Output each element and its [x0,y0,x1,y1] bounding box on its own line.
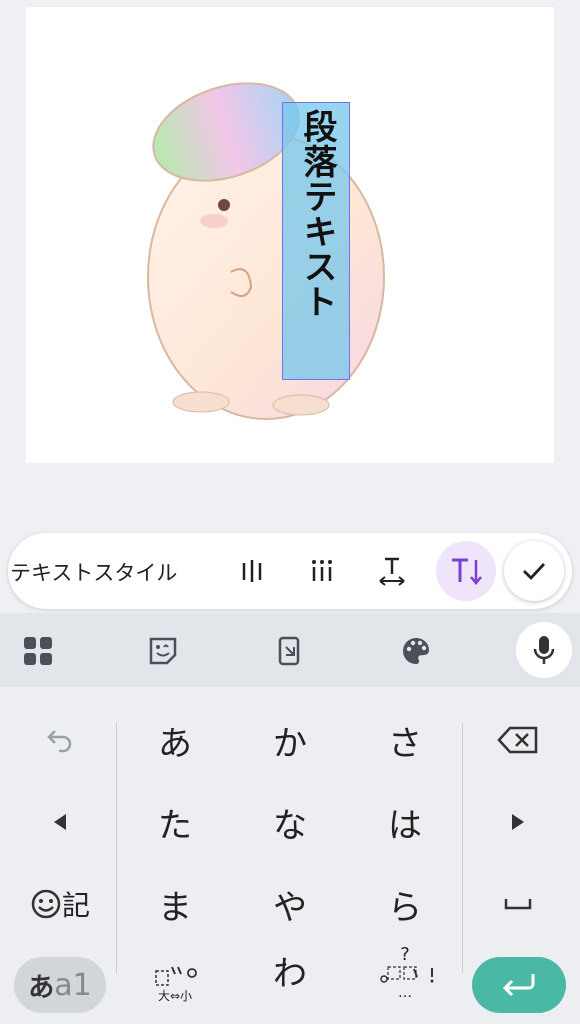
backspace-key[interactable] [463,705,573,775]
mode-alpha-label: a1 [54,967,92,1003]
mode-hiragana-label: あ [28,972,55,1003]
undo-key[interactable] [5,705,115,775]
sticker-button[interactable] [141,629,185,673]
dakuten-key[interactable]: 大⇔小 [125,949,225,1019]
text-style-label[interactable]: テキストスタイル [10,557,177,587]
key-na[interactable]: な [240,787,340,857]
mascot-illustration [147,82,385,420]
key-ya[interactable]: や [240,869,340,939]
undo-icon [47,730,72,753]
smiley-icon [31,889,61,919]
sticker-icon [149,637,177,665]
key-ta[interactable]: た [125,787,225,857]
line-spacing-button[interactable] [226,545,278,597]
keyboard-toolbar [0,613,580,687]
clipboard-icon [278,636,300,666]
dakuten-icon [155,966,197,986]
emoji-key-label: 記 [61,889,90,922]
mic-icon [533,636,555,664]
vertical-text-button[interactable] [436,541,496,601]
right-arrow-icon [512,814,524,830]
letter-spacing-icon [312,560,332,581]
space-icon [504,899,532,910]
backspace-icon [497,726,538,754]
letter-spacing-button[interactable] [296,545,348,597]
text-resize-icon [379,557,405,586]
emoji-key[interactable]: 記 [5,869,115,939]
key-a[interactable]: あ [125,705,225,775]
cursor-left-key[interactable] [5,787,115,857]
key-ha[interactable]: は [355,787,455,857]
key-wa[interactable]: わ [240,935,340,1005]
key-ra[interactable]: ら [355,869,455,939]
space-key[interactable] [463,869,573,939]
dakuten-sublabel: 大⇔小 [157,988,193,1003]
punctuation-bottom-label: … [398,984,412,1001]
keyboard-divider [116,723,117,973]
paragraph-text[interactable]: 段落テキスト [297,109,337,319]
theme-button[interactable] [394,629,438,673]
vertical-text-icon [452,558,482,585]
left-arrow-icon [54,814,66,830]
cursor-right-key[interactable] [463,787,573,857]
text-resize-button[interactable] [366,545,418,597]
apps-button[interactable] [16,629,60,673]
voice-input-button[interactable] [516,622,572,678]
enter-key[interactable] [472,957,566,1013]
input-mode-key[interactable]: あ a1 [14,957,106,1013]
checkmark-icon [523,563,546,581]
key-ma[interactable]: ま [125,869,225,939]
key-sa[interactable]: さ [355,705,455,775]
line-spacing-icon [242,560,262,582]
punctuation-top-label: ? [400,943,410,965]
flick-keyboard: 記 あ a1 あ か さ た な は ま や ら 大⇔小 わ ? … [0,687,580,1024]
key-ka[interactable]: か [240,705,340,775]
done-button[interactable] [504,541,564,601]
punctuation-icon [380,965,434,983]
design-page[interactable]: 段落テキスト [26,7,554,463]
enter-icon [502,974,535,997]
clipboard-button[interactable] [268,629,312,673]
apps-grid-icon [24,637,52,665]
canvas-area: 段落テキスト [0,0,580,530]
palette-icon [403,638,429,664]
vertical-text-box[interactable]: 段落テキスト [282,102,350,380]
punctuation-key[interactable]: ? … [355,937,455,1007]
text-style-toolbar: テキストスタイル [8,533,572,609]
